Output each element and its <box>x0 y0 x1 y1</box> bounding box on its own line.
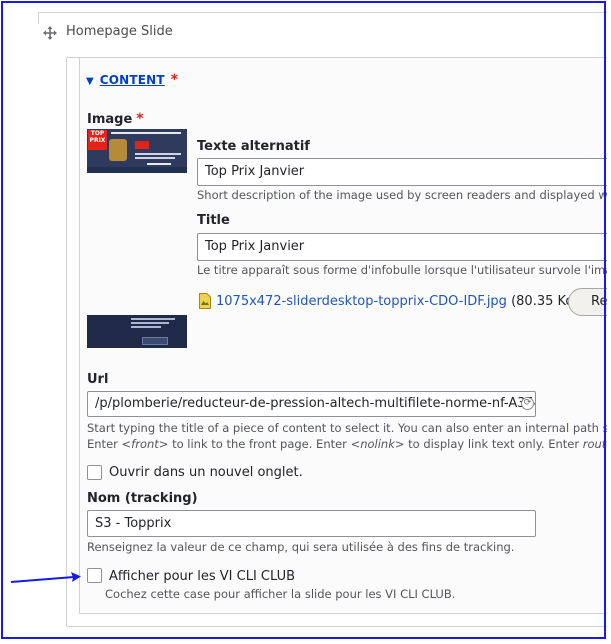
annotation-frame <box>1 1 606 639</box>
screenshot-edge <box>607 0 611 644</box>
